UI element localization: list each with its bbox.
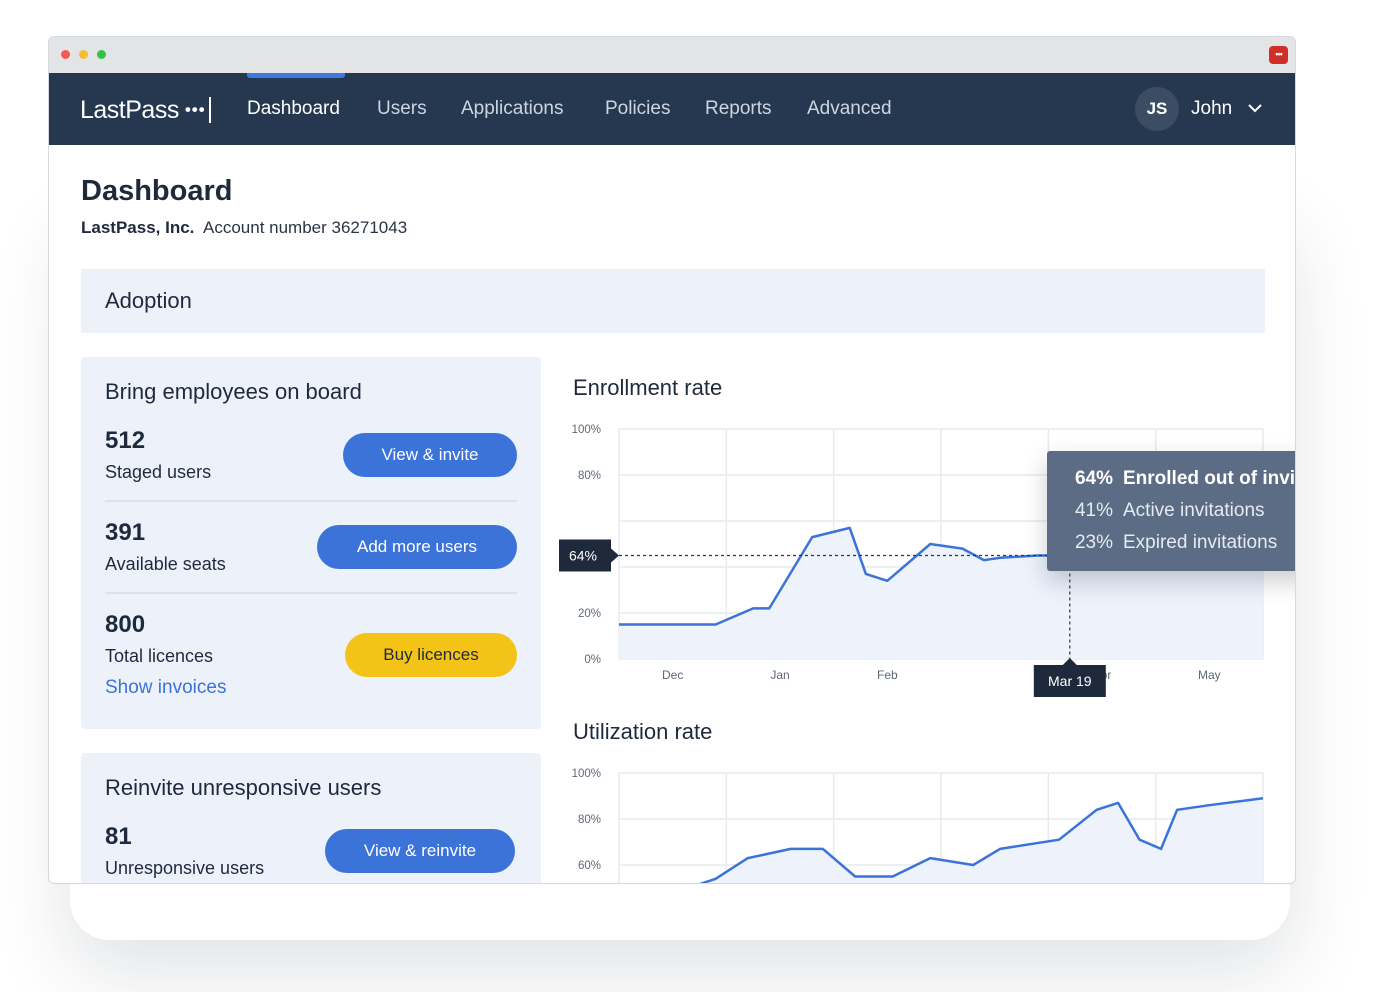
staged-count: 512 xyxy=(105,427,146,454)
card-title: Bring employees on board xyxy=(105,379,362,404)
seats-label: Available seats xyxy=(105,554,226,574)
buy-licences-button[interactable]: Buy licences xyxy=(345,633,517,677)
y-tick-label: 80% xyxy=(578,814,601,826)
top-navigation: LastPass ••• Dashboard Users Application… xyxy=(49,73,1295,145)
staged-label: Staged users xyxy=(105,462,212,482)
reinvite-card: Reinvite unresponsive users 81 Unrespons… xyxy=(81,753,541,883)
logo-dots: ••• xyxy=(184,100,206,119)
unresponsive-count: 81 xyxy=(105,823,132,850)
nav-reports[interactable]: Reports xyxy=(705,98,772,120)
tooltip-row: 41% Active invitations xyxy=(1067,500,1295,524)
add-more-users-button[interactable]: Add more users xyxy=(317,525,517,569)
licences-count: 800 xyxy=(105,611,146,638)
section-title: Adoption xyxy=(105,288,192,313)
lastpass-logo[interactable]: LastPass ••• xyxy=(80,95,211,125)
user-avatar[interactable]: JS xyxy=(1135,87,1179,131)
y-tick-label: 100% xyxy=(572,424,601,436)
company-name: LastPass, Inc. xyxy=(81,218,195,237)
account-number: Account number 36271043 xyxy=(203,218,408,237)
nav-advanced[interactable]: Advanced xyxy=(807,98,892,120)
y-tick-label: 60% xyxy=(578,860,601,872)
nav-users[interactable]: Users xyxy=(377,98,427,120)
x-tick-label: May xyxy=(1198,668,1221,682)
nav-policies[interactable]: Policies xyxy=(605,98,670,120)
y-marker-label: 64% xyxy=(569,548,597,564)
utilization-chart-title: Utilization rate xyxy=(573,719,713,744)
tooltip-row: 64% Enrolled out of invited xyxy=(1067,468,1296,492)
x-tick-label: Jan xyxy=(770,668,789,682)
tooltip-percent: 41% xyxy=(1074,500,1113,521)
x-marker-label: Mar 19 xyxy=(1048,673,1092,689)
tooltip-percent: 64% xyxy=(1074,468,1113,489)
browser-chrome: ••• xyxy=(49,37,1295,73)
active-tab-indicator xyxy=(247,73,345,78)
licences-label: Total licences xyxy=(105,646,214,666)
y-tick-label: 80% xyxy=(578,470,601,482)
nav-applications[interactable]: Applications xyxy=(461,98,563,120)
logo-text: LastPass xyxy=(80,95,179,124)
tooltip-text: Expired invitations xyxy=(1123,532,1278,553)
utilization-rate-chart: 100% 80% 60% xyxy=(572,768,1264,883)
enrollment-chart-title: Enrollment rate xyxy=(573,375,723,400)
minimize-window-dot[interactable] xyxy=(79,50,88,59)
view-invite-button[interactable]: View & invite xyxy=(343,433,517,477)
logo-bar xyxy=(208,97,211,123)
enrollment-tooltip: 64% Enrolled out of invited 41% Active i… xyxy=(1047,451,1296,571)
x-tick-label: Dec xyxy=(662,668,683,682)
tooltip-text: Active invitations xyxy=(1123,500,1265,521)
lastpass-extension-icon[interactable]: ••• xyxy=(1269,46,1288,64)
show-invoices-link[interactable]: Show invoices xyxy=(105,677,226,699)
page-title: Dashboard xyxy=(81,175,233,207)
card-title: Reinvite unresponsive users xyxy=(105,775,382,800)
chevron-down-icon[interactable] xyxy=(1248,101,1262,115)
close-window-dot[interactable] xyxy=(61,50,70,59)
nav-dashboard[interactable]: Dashboard xyxy=(247,98,340,120)
y-tick-label: 100% xyxy=(572,768,601,780)
divider xyxy=(105,592,517,594)
user-name[interactable]: John xyxy=(1191,98,1232,120)
unresponsive-label: Unresponsive users xyxy=(105,858,265,878)
y-tick-label: 0% xyxy=(584,654,601,666)
x-tick-label: Feb xyxy=(877,668,898,682)
y-marker-pointer xyxy=(611,548,619,563)
y-tick-label: 20% xyxy=(578,608,601,620)
divider xyxy=(105,500,517,502)
view-reinvite-button[interactable]: View & reinvite xyxy=(325,829,515,873)
browser-window: ••• LastPass ••• Dashboard Users Applica… xyxy=(48,36,1296,884)
maximize-window-dot[interactable] xyxy=(97,50,106,59)
tooltip-text: Enrolled out of invited xyxy=(1123,468,1296,489)
onboard-card: Bring employees on board 512 Staged user… xyxy=(81,357,541,729)
tooltip-row: 23% Expired invitations xyxy=(1067,532,1295,556)
seats-count: 391 xyxy=(105,519,146,546)
adoption-section-header: Adoption xyxy=(81,269,1265,333)
tooltip-percent: 23% xyxy=(1074,532,1113,553)
